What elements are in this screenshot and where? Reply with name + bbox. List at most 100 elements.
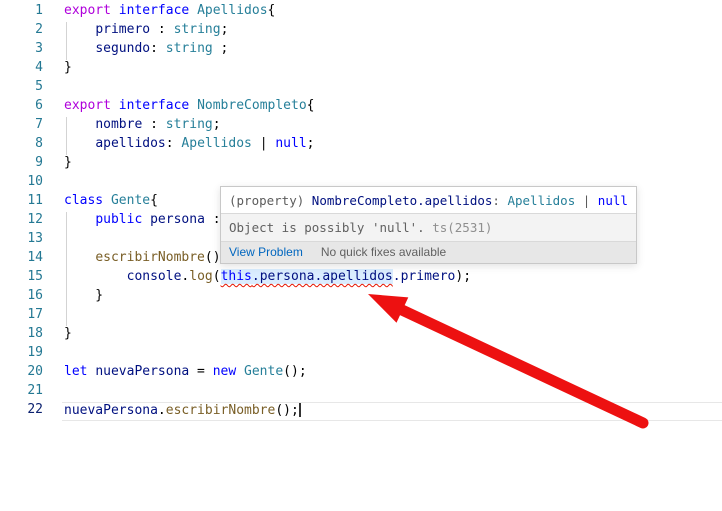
code-line-16[interactable]: } (64, 288, 722, 307)
code-token: = (189, 364, 212, 379)
code-line-5[interactable] (64, 79, 722, 98)
code-token: : (150, 41, 166, 56)
code-line-8[interactable]: apellidos: Apellidos | null; (64, 136, 722, 155)
code-line-3[interactable]: segundo: string ; (64, 41, 722, 60)
code-token: Apellidos (181, 136, 251, 151)
hover-diagnostic: Object is possibly 'null'. ts(2531) (221, 213, 636, 241)
diagnostic-code: ts(2531) (432, 220, 492, 235)
line-number-2[interactable]: 2 (0, 22, 43, 41)
code-token: string (174, 22, 221, 37)
line-number-6[interactable]: 6 (0, 98, 43, 117)
line-number-4[interactable]: 4 (0, 60, 43, 79)
code-line-21[interactable] (64, 383, 722, 402)
code-token: (); (283, 364, 306, 379)
code-token: segundo (95, 41, 150, 56)
code-line-2[interactable]: primero : string; (64, 22, 722, 41)
code-token: .primero (393, 269, 456, 284)
line-number-17[interactable]: 17 (0, 307, 43, 326)
line-number-21[interactable]: 21 (0, 383, 43, 402)
code-token (189, 98, 197, 113)
code-token: string (166, 117, 213, 132)
code-line-1[interactable]: export interface Apellidos{ (64, 3, 722, 22)
line-number-15[interactable]: 15 (0, 269, 43, 288)
code-token (64, 250, 95, 265)
code-token: } (64, 155, 72, 170)
code-token: ); (455, 269, 471, 284)
code-token: | (252, 136, 275, 151)
line-number-9[interactable]: 9 (0, 155, 43, 174)
code-token: interface (119, 3, 189, 18)
code-token: Gente (244, 364, 283, 379)
line-number-22[interactable]: 22 (0, 402, 43, 421)
code-token (111, 98, 119, 113)
diagnostic-message: Object is possibly 'null'. (229, 220, 432, 235)
code-token (111, 3, 119, 18)
code-token: { (268, 3, 276, 18)
hover-tooltip: (property) NombreCompleto.apellidos: Ape… (220, 186, 637, 264)
code-token: ; (213, 117, 221, 132)
line-number-3[interactable]: 3 (0, 41, 43, 60)
code-token: Apellidos (197, 3, 267, 18)
code-token: } (64, 288, 103, 303)
code-token: } (64, 60, 72, 75)
code-token: { (150, 193, 158, 208)
line-number-11[interactable]: 11 (0, 193, 43, 212)
code-token: escribirNombre (95, 250, 205, 265)
line-number-19[interactable]: 19 (0, 345, 43, 364)
error-underlined-code: this (221, 269, 252, 284)
code-line-9[interactable]: } (64, 155, 722, 174)
code-token: } (64, 326, 72, 341)
code-token: . (158, 403, 166, 418)
line-number-18[interactable]: 18 (0, 326, 43, 345)
line-number-14[interactable]: 14 (0, 250, 43, 269)
code-token: : (205, 212, 221, 227)
code-line-19[interactable] (64, 345, 722, 364)
code-token: : (492, 193, 507, 208)
editor-gutter: 12345678910111213141516171819202122 (0, 3, 43, 421)
code-line-22[interactable]: nuevaPersona.escribirNombre(); (64, 402, 722, 421)
code-token: ; (221, 22, 229, 37)
line-number-7[interactable]: 7 (0, 117, 43, 136)
code-token: let (64, 364, 87, 379)
code-token: string (166, 41, 213, 56)
code-token (64, 269, 127, 284)
line-number-5[interactable]: 5 (0, 79, 43, 98)
code-token: : (166, 136, 182, 151)
code-token: export (64, 3, 111, 18)
code-line-7[interactable]: nombre : string; (64, 117, 722, 136)
line-number-12[interactable]: 12 (0, 212, 43, 231)
line-number-1[interactable]: 1 (0, 3, 43, 22)
code-token (103, 193, 111, 208)
code-token (142, 212, 150, 227)
code-line-20[interactable]: let nuevaPersona = new Gente(); (64, 364, 722, 383)
code-token: export (64, 98, 111, 113)
code-token: NombreCompleto (197, 98, 307, 113)
view-problem-link[interactable]: View Problem (229, 245, 303, 259)
code-line-15[interactable]: console.log(this.persona.apellidos.prime… (64, 269, 722, 288)
code-token: interface (119, 98, 189, 113)
code-line-18[interactable]: } (64, 326, 722, 345)
hover-signature: (property) NombreCompleto.apellidos: Ape… (221, 187, 636, 213)
code-token: ; (307, 136, 315, 151)
code-token: escribirNombre (166, 403, 276, 418)
line-number-10[interactable]: 10 (0, 174, 43, 193)
code-line-4[interactable]: } (64, 60, 722, 79)
code-token (64, 212, 95, 227)
code-token: NombreCompleto.apellidos (312, 193, 493, 208)
line-number-16[interactable]: 16 (0, 288, 43, 307)
code-line-17[interactable] (64, 307, 722, 326)
code-token: nombre (95, 117, 142, 132)
code-token: ( (213, 269, 221, 284)
code-token (64, 22, 95, 37)
code-token: public (95, 212, 142, 227)
line-number-8[interactable]: 8 (0, 136, 43, 155)
code-token: | (575, 193, 598, 208)
line-number-20[interactable]: 20 (0, 364, 43, 383)
code-token: ; (213, 41, 229, 56)
line-number-13[interactable]: 13 (0, 231, 43, 250)
code-line-6[interactable]: export interface NombreCompleto{ (64, 98, 722, 117)
code-token (64, 41, 95, 56)
code-token (64, 136, 95, 151)
hover-status-bar: View Problem No quick fixes available (221, 241, 636, 263)
code-token: primero (95, 22, 150, 37)
